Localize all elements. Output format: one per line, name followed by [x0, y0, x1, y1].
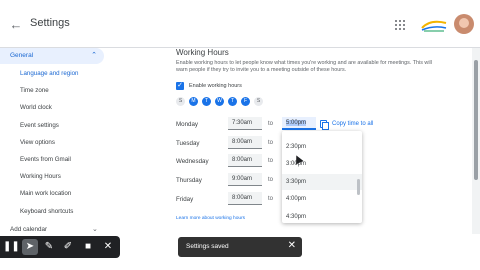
- sidebar-item-main-work-location[interactable]: Main work location: [20, 190, 71, 197]
- sidebar-item-working-hours[interactable]: Working Hours: [20, 173, 61, 180]
- start-time-value: 8:00am: [232, 157, 253, 163]
- day-toggle-thursday[interactable]: T: [228, 97, 237, 106]
- sidebar-item-time-zone[interactable]: Time zone: [20, 87, 49, 94]
- sidebar-item-keyboard-shortcuts[interactable]: Keyboard shortcuts: [20, 208, 73, 215]
- sidebar-item-view-options[interactable]: View options: [20, 139, 55, 146]
- day-toggle-friday[interactable]: F: [241, 97, 250, 106]
- chevron-down-icon[interactable]: ⌄: [92, 225, 98, 233]
- time-option-label: 4:00pm: [286, 196, 307, 202]
- row-day-label: Monday: [176, 121, 199, 128]
- camera-icon[interactable]: ■: [80, 239, 96, 255]
- row-day-label: Thursday: [176, 177, 202, 184]
- to-label: to: [268, 140, 274, 146]
- close-icon[interactable]: ✕: [288, 240, 296, 251]
- day-toggle-tuesday[interactable]: T: [202, 97, 211, 106]
- time-option-label: 3:30pm: [286, 179, 307, 185]
- end-time-value: 5:00pm: [286, 120, 307, 126]
- snackbar: Settings saved ✕: [178, 237, 302, 257]
- app-header: ← Settings: [0, 0, 480, 48]
- to-label: to: [268, 158, 274, 164]
- settings-sidebar: General ⌃ Language and region Time zone …: [0, 48, 108, 234]
- sidebar-item-world-clock[interactable]: World clock: [20, 104, 52, 111]
- copy-time-to-all-button[interactable]: Copy time to all: [332, 121, 373, 127]
- time-option-label: 4:30pm: [286, 214, 307, 220]
- to-label: to: [268, 177, 274, 183]
- start-time-value: 9:00am: [232, 176, 253, 182]
- start-time-field[interactable]: 9:00am: [228, 173, 262, 186]
- start-time-field[interactable]: 8:00am: [228, 192, 262, 205]
- row-day-label: Tuesday: [176, 140, 200, 147]
- pen-icon[interactable]: ✎: [41, 239, 57, 255]
- annotation-toolbar: ❚❚ ➤ ✎ ✐ ■ ✕: [0, 236, 120, 258]
- sidebar-add-calendar[interactable]: Add calendar: [10, 226, 47, 233]
- day-toggle-wednesday[interactable]: W: [215, 97, 224, 106]
- close-icon[interactable]: ✕: [100, 239, 116, 255]
- to-label: to: [268, 121, 274, 127]
- row-day-label: Friday: [176, 196, 194, 203]
- section-title: Working Hours: [176, 48, 229, 57]
- time-option[interactable]: 2:30pm: [282, 139, 362, 155]
- working-hours-section: Working Hours Enable working hours to le…: [108, 48, 472, 234]
- end-time-field[interactable]: 5:00pm: [282, 117, 316, 130]
- time-option-highlighted[interactable]: 3:30pm: [282, 174, 362, 190]
- dropdown-scrollbar[interactable]: [357, 179, 360, 195]
- start-time-value: 8:00am: [232, 195, 253, 201]
- page-title: Settings: [30, 17, 70, 29]
- cursor-icon[interactable]: ➤: [22, 239, 38, 255]
- sidebar-group-general[interactable]: General ⌃: [0, 48, 104, 64]
- day-toggle-saturday[interactable]: S: [254, 97, 263, 106]
- sidebar-item-event-settings[interactable]: Event settings: [20, 122, 59, 129]
- enable-working-hours-checkbox[interactable]: ✓: [176, 82, 184, 90]
- enable-working-hours-label: Enable working hours: [189, 83, 242, 89]
- start-time-field[interactable]: 8:00am: [228, 154, 262, 167]
- start-time-value: 8:00am: [232, 139, 253, 145]
- page-scrollbar[interactable]: [472, 48, 480, 234]
- time-option[interactable]: 4:30pm: [282, 209, 362, 223]
- start-time-field[interactable]: 8:00am: [228, 136, 262, 149]
- learn-more-link[interactable]: Learn more about working hours: [176, 216, 245, 221]
- highlighter-icon[interactable]: ✐: [60, 239, 76, 255]
- start-time-value: 7:30am: [232, 120, 253, 126]
- apps-grid-icon[interactable]: [395, 20, 405, 30]
- copy-icon[interactable]: [320, 120, 329, 130]
- day-toggle-monday[interactable]: M: [189, 97, 198, 106]
- snackbar-message: Settings saved: [186, 243, 229, 250]
- section-description: Enable working hours to let people know …: [176, 60, 432, 73]
- sidebar-group-label: General: [10, 52, 34, 59]
- start-time-field[interactable]: 7:30am: [228, 117, 262, 130]
- day-toggle-sunday[interactable]: S: [176, 97, 185, 106]
- row-day-label: Wednesday: [176, 158, 209, 165]
- time-option[interactable]: 4:00pm: [282, 191, 362, 207]
- sidebar-item-language-region[interactable]: Language and region: [20, 70, 79, 77]
- organization-logo: [420, 16, 448, 33]
- sidebar-item-events-from-gmail[interactable]: Events from Gmail: [20, 156, 71, 163]
- back-arrow-icon[interactable]: ←: [8, 17, 24, 33]
- time-option-label: 2:30pm: [286, 144, 307, 150]
- account-avatar[interactable]: [454, 14, 474, 34]
- pause-icon[interactable]: ❚❚: [3, 239, 20, 255]
- to-label: to: [268, 196, 274, 202]
- chevron-up-icon: ⌃: [91, 52, 97, 59]
- time-dropdown-menu: 2:30pm 3:00pm 3:30pm 4:00pm 4:30pm: [282, 131, 362, 223]
- scrollbar-thumb[interactable]: [474, 60, 478, 180]
